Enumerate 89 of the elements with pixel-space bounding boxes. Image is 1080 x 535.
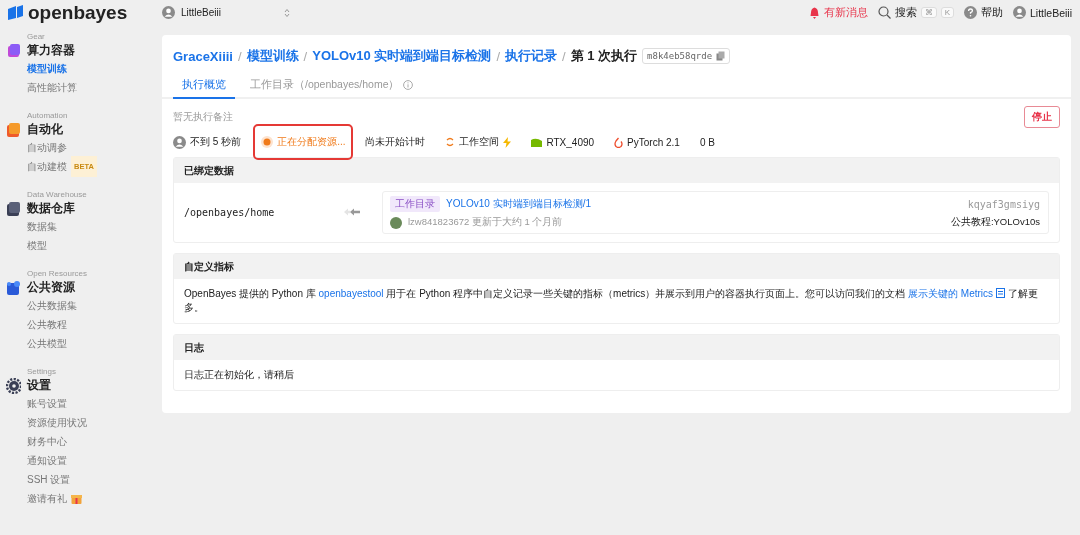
section-title: 设置 (27, 377, 51, 394)
metrics-description: OpenBayes 提供的 Python 库 openbayestool 用于在 Python 程序中自定义记录一些关键的指标（metrics）并展示到用户的容器执行页面上。您可以访问我们的文档 展示关键的 Metrics 了解更多。 (184, 287, 1039, 315)
shortcut-key: ⌘ (920, 7, 937, 18)
section-title: 自动化 (27, 121, 63, 138)
breadcrumb-link[interactable]: GraceXiiii (173, 48, 233, 64)
sidebar-item[interactable]: 自动建模 (27, 157, 67, 176)
panel-header: 日志 (174, 335, 1059, 360)
breadcrumb-separator: / (496, 48, 500, 64)
stop-button[interactable]: 停止 (1024, 106, 1060, 128)
source-origin: 公共教程:YOLOv10s (950, 216, 1040, 229)
sidebar-item[interactable]: 账号设置 (27, 394, 67, 413)
section-caption: Open Resources (26, 269, 89, 279)
run-note: 暂无执行备注 (173, 110, 233, 124)
logo-text: openbayes (28, 1, 128, 24)
copy-icon (716, 51, 726, 61)
docs-link[interactable]: 展示关键的 Metrics (908, 288, 1005, 299)
breadcrumb-separator: / (303, 48, 308, 64)
search-icon (877, 6, 891, 19)
breadcrumb-separator: / (238, 48, 242, 64)
section-title: 公共资源 (27, 279, 75, 296)
lightning-icon (503, 136, 512, 148)
cube-icon (6, 121, 21, 138)
sort-icon (284, 7, 290, 18)
workspace-name[interactable]: LittleBeiii (181, 7, 278, 18)
log-message: 日志正在初始化，请稍后 (184, 369, 294, 380)
avatar-icon (1012, 6, 1026, 19)
cube-icon (6, 42, 21, 59)
meta-text: 工作空间 (459, 135, 500, 149)
chip-icon (531, 137, 543, 147)
refresh-icon (445, 137, 456, 147)
help-link[interactable]: 帮助 (980, 5, 1003, 20)
user-menu[interactable]: LittleBeiii (1029, 6, 1072, 19)
avatar-icon (173, 135, 186, 149)
sidebar-item[interactable]: 高性能计算 (27, 78, 77, 97)
bell-icon (808, 6, 820, 19)
meta-text: 不到 5 秒前 (190, 135, 242, 149)
arrow-left-icon (342, 206, 362, 217)
breadcrumb-separator: / (562, 48, 566, 64)
source-meta: lzw841823672 更新于大约 1 个月前 (408, 216, 564, 229)
avatar-icon (162, 6, 175, 19)
sidebar-item[interactable]: SSH 设置 (27, 470, 71, 489)
sidebar-item[interactable]: 资源使用状况 (27, 413, 87, 432)
panel-header: 已绑定数据 (174, 158, 1059, 183)
section-caption: Data Warehouse (26, 190, 88, 200)
panel-header: 自定义指标 (174, 254, 1059, 279)
section-title: 算力容器 (27, 42, 75, 59)
tab[interactable]: 执行概览 (173, 75, 235, 99)
breadcrumb-current: 第 1 次执行 (570, 47, 638, 65)
meta-text: 尚未开始计时 (365, 135, 426, 149)
sidebar-item[interactable]: 自动调参 (27, 138, 67, 157)
status-dot-icon (261, 136, 274, 148)
shortcut-key: K (940, 7, 954, 18)
status-text: 正在分配资源... (277, 135, 346, 149)
sidebar-item[interactable]: 模型 (27, 236, 47, 255)
logo-icon (6, 4, 24, 21)
tab[interactable]: 工作目录（/openbayes/home） (241, 75, 423, 99)
document-icon (995, 288, 1005, 298)
cube-icon (6, 279, 21, 296)
source-link[interactable]: YOLOv10 实时端到端目标检测/1 (446, 197, 962, 211)
settings-icon (6, 377, 21, 394)
sidebar-item[interactable]: 财务中心 (27, 432, 67, 451)
meta-text: PyTorch 2.1 (627, 136, 680, 148)
breadcrumb-link[interactable]: 执行记录 (505, 47, 557, 65)
meta-text: RTX_4090 (546, 136, 595, 148)
search-link[interactable]: 搜索 (894, 5, 917, 20)
sidebar-item[interactable]: 公共教程 (27, 315, 67, 334)
library-link[interactable]: openbayestool (318, 288, 384, 299)
sidebar-item[interactable]: 公共数据集 (27, 296, 77, 315)
meta-text: 0 B (699, 136, 715, 148)
help-icon (963, 6, 977, 19)
section-caption: Settings (26, 367, 57, 377)
avatar-icon (390, 216, 402, 229)
source-hash: kqyaf3gmsiyg (967, 198, 1040, 210)
flame-icon (614, 136, 624, 148)
sidebar-item[interactable]: 数据集 (27, 217, 57, 236)
breadcrumb-link[interactable]: 模型训练 (246, 47, 299, 65)
sidebar-item[interactable]: 模型训练 (27, 59, 67, 78)
section-caption: Gear (26, 32, 46, 42)
sidebar-item[interactable]: 公共模型 (27, 334, 67, 353)
notification-link[interactable]: 有新消息 (823, 5, 868, 20)
source-tag: 工作目录 (390, 196, 440, 212)
sidebar-item[interactable]: 通知设置 (27, 451, 67, 470)
sidebar-item[interactable]: 邀请有礼 (27, 489, 67, 508)
breadcrumb-link[interactable]: YOLOv10 实时端到端目标检测 (312, 47, 492, 65)
section-caption: Automation (26, 111, 69, 121)
mount-path: /openbayes/home (184, 207, 276, 218)
run-id: m8k4eb58qrde (647, 51, 713, 61)
section-title: 数据仓库 (27, 200, 75, 217)
cube-icon (6, 200, 21, 217)
